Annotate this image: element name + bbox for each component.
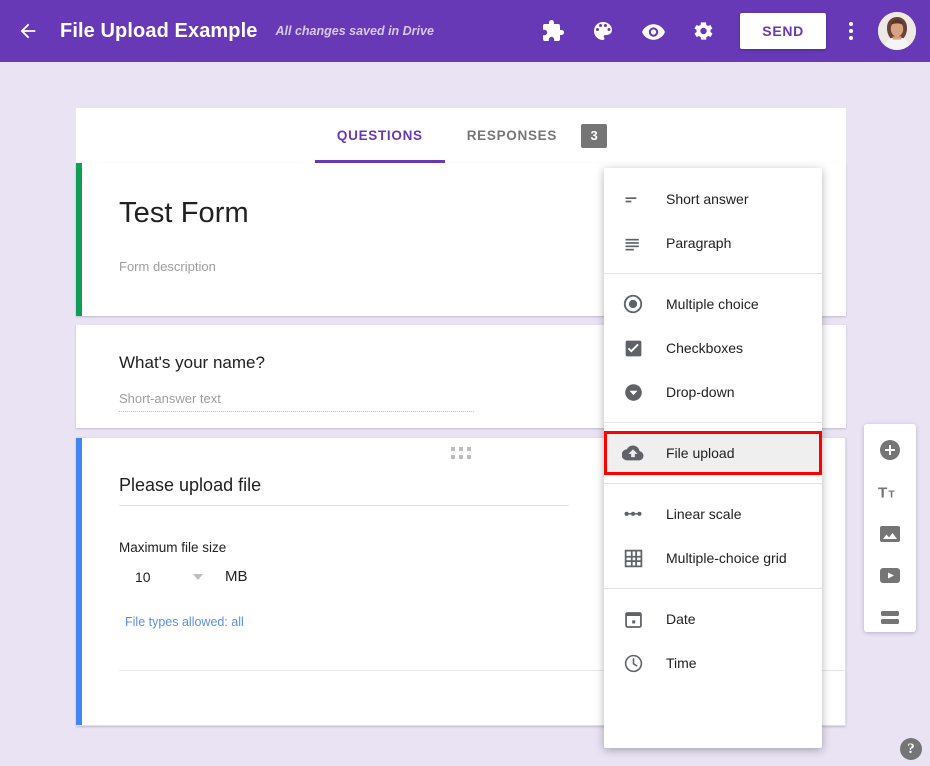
clock-icon: [620, 653, 646, 674]
svg-text:T: T: [878, 485, 888, 502]
preview-button[interactable]: [633, 11, 673, 51]
drag-dot: [466, 447, 471, 451]
add-video-button[interactable]: [875, 562, 905, 590]
tab-bar: QUESTIONS RESPONSES 3: [76, 108, 846, 163]
menu-item-file-upload[interactable]: File upload: [604, 431, 822, 475]
image-icon: [880, 526, 900, 542]
question-title-upload[interactable]: Please upload file: [119, 475, 569, 506]
menu-item-drop-down-label: Drop-down: [666, 384, 735, 400]
avatar[interactable]: [878, 12, 916, 50]
grid-icon: [620, 548, 646, 569]
puzzle-addons-icon: [543, 20, 565, 41]
gear-settings-icon: [694, 22, 713, 40]
short-answer-icon: [620, 189, 646, 209]
menu-item-file-upload-label: File upload: [666, 445, 735, 461]
avatar-photo-icon: [878, 12, 916, 50]
menu-item-linear-scale[interactable]: Linear scale: [604, 492, 822, 536]
settings-button[interactable]: [683, 11, 723, 51]
menu-item-date-label: Date: [666, 611, 696, 627]
menu-separator: [604, 588, 822, 589]
drag-dot: [450, 455, 455, 459]
menu-item-multiple-choice-label: Multiple choice: [666, 296, 759, 312]
responses-count-badge: 3: [581, 123, 608, 148]
checkbox-icon: [620, 338, 646, 359]
menu-item-time[interactable]: Time: [604, 641, 822, 685]
cloud-upload-icon: [620, 442, 646, 464]
linear-scale-icon: [620, 503, 646, 525]
upload-card-accent-bar: [76, 438, 82, 725]
drag-dot: [450, 447, 455, 451]
dropdown-circle-icon: [620, 382, 646, 403]
save-status: All changes saved in Drive: [275, 24, 434, 38]
arrow-back-icon: [20, 23, 36, 39]
tab-questions[interactable]: QUESTIONS: [314, 108, 445, 163]
header-more-button[interactable]: [834, 11, 868, 51]
max-file-size-unit: MB: [225, 568, 248, 585]
drag-dot: [458, 447, 463, 451]
palette-theme-icon: [594, 22, 613, 40]
menu-item-checkboxes-label: Checkboxes: [666, 340, 744, 356]
tab-responses-label: RESPONSES: [466, 128, 558, 143]
eye-preview-icon: [641, 23, 665, 40]
radio-button-icon: [620, 293, 646, 315]
menu-item-short-answer[interactable]: Short answer: [604, 177, 822, 221]
menu-item-linear-scale-label: Linear scale: [666, 506, 742, 522]
send-button[interactable]: SEND: [740, 13, 826, 49]
add-section-button[interactable]: [875, 604, 905, 632]
file-upload-highlight-wrap: File upload: [604, 431, 822, 475]
question-type-menu: Short answer Paragraph Multiple choice C…: [604, 168, 822, 748]
calendar-icon: [620, 609, 646, 630]
paragraph-icon: [620, 233, 646, 253]
plus-circle-icon: [880, 440, 900, 460]
add-question-button[interactable]: [875, 436, 905, 464]
document-title[interactable]: File Upload Example: [60, 20, 258, 43]
app-header: File Upload Example All changes saved in…: [0, 0, 930, 62]
menu-item-time-label: Time: [666, 655, 697, 671]
title-text-icon: T T: [878, 485, 895, 502]
menu-item-date[interactable]: Date: [604, 597, 822, 641]
kebab-dot: [849, 29, 853, 33]
max-file-size-select[interactable]: 10: [119, 569, 211, 585]
help-button[interactable]: ?: [900, 738, 922, 760]
theme-button[interactable]: [583, 11, 623, 51]
menu-item-checkboxes[interactable]: Checkboxes: [604, 326, 822, 370]
back-button[interactable]: [12, 15, 44, 47]
add-image-button[interactable]: [875, 520, 905, 548]
section-split-icon: [881, 611, 899, 624]
menu-item-multiple-choice-grid[interactable]: Multiple-choice grid: [604, 536, 822, 580]
menu-item-paragraph-label: Paragraph: [666, 235, 732, 251]
svg-text:T: T: [888, 490, 895, 501]
drag-handle-dots: [450, 447, 471, 459]
menu-separator: [604, 273, 822, 274]
add-title-button[interactable]: T T: [875, 478, 905, 506]
menu-separator: [604, 483, 822, 484]
kebab-dot: [849, 36, 853, 40]
max-file-size-value: 10: [135, 568, 151, 585]
addons-button[interactable]: [533, 11, 573, 51]
tab-questions-label: QUESTIONS: [336, 128, 423, 143]
tab-responses[interactable]: RESPONSES: [445, 108, 579, 163]
upload-title-wrap: Please upload file: [119, 475, 569, 506]
drag-dot: [466, 455, 471, 459]
menu-separator: [604, 422, 822, 423]
chevron-down-icon: [193, 573, 203, 580]
menu-item-drop-down[interactable]: Drop-down: [604, 370, 822, 414]
kebab-dot: [849, 22, 853, 26]
title-card-accent-bar: [76, 163, 82, 316]
tabs-inner: QUESTIONS RESPONSES 3: [314, 108, 608, 163]
menu-item-paragraph[interactable]: Paragraph: [604, 221, 822, 265]
side-toolbar: T T: [864, 424, 916, 632]
video-play-icon: [880, 568, 900, 583]
short-answer-placeholder: Short-answer text: [119, 391, 474, 412]
menu-item-multiple-choice-grid-label: Multiple-choice grid: [666, 550, 787, 566]
menu-item-multiple-choice[interactable]: Multiple choice: [604, 282, 822, 326]
menu-item-short-answer-label: Short answer: [666, 191, 749, 207]
drag-dot: [458, 455, 463, 459]
